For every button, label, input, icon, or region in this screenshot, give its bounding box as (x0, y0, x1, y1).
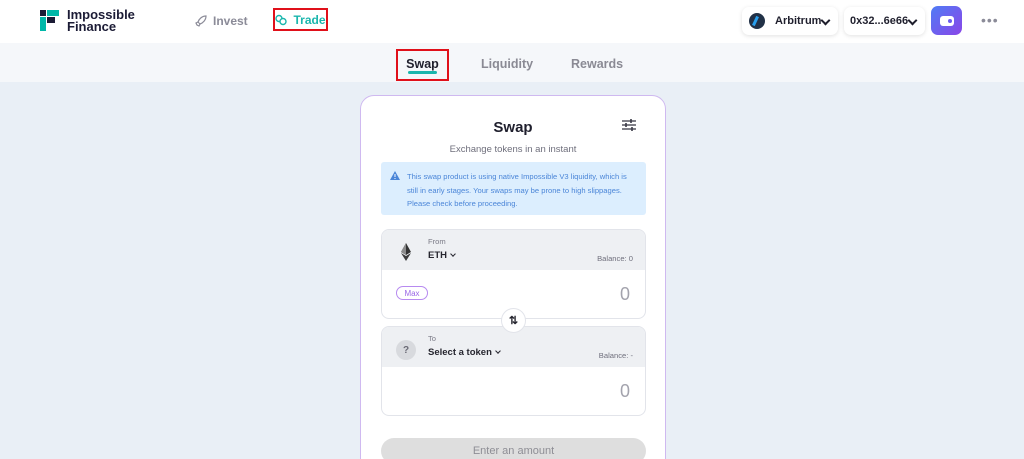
max-button[interactable]: Max (396, 286, 428, 300)
liquidity-notice: This swap product is using native Imposs… (381, 162, 646, 215)
wallet-icon (939, 15, 954, 26)
nav-trade-label: Trade (293, 12, 326, 27)
notice-text: This swap product is using native Imposs… (407, 172, 627, 208)
rocket-icon (195, 15, 207, 27)
network-label: Arbitrum (775, 15, 822, 27)
nav-invest[interactable]: Invest (195, 10, 248, 32)
tab-swap[interactable]: Swap (396, 49, 449, 81)
from-label: From (428, 237, 446, 246)
to-amount-input[interactable]: 0 (620, 381, 630, 402)
enter-amount-button[interactable]: Enter an amount (381, 438, 646, 459)
account-address: 0x32...6e66 (850, 15, 909, 27)
from-balance: Balance: 0 (597, 254, 633, 263)
to-panel-header: ? To Select a token Balance: - (382, 327, 645, 367)
from-token-select[interactable]: ETH (428, 250, 456, 261)
chevron-down-icon (450, 251, 456, 257)
swap-card-subtitle: Exchange tokens in an instant (449, 144, 577, 155)
trade-tabs: Swap Liquidity Rewards (0, 43, 1024, 82)
active-tab-indicator (408, 71, 437, 74)
top-bar: Impossible Finance Invest Trade Arbitrum… (0, 0, 1024, 43)
swap-card: Swap Exchange tokens in an instant This … (360, 95, 666, 459)
from-panel-header: From ETH Balance: 0 (382, 230, 645, 270)
wallet-button[interactable] (931, 6, 962, 35)
settings-sliders-icon[interactable] (622, 119, 636, 131)
from-token-panel: From ETH Balance: 0 Max 0 (381, 229, 646, 319)
swap-card-title: Swap (493, 119, 533, 136)
to-token-panel: ? To Select a token Balance: - 0 (381, 326, 646, 416)
more-menu-button[interactable]: ••• (981, 12, 999, 28)
tab-liquidity[interactable]: Liquidity (481, 57, 533, 71)
chevron-down-icon (820, 15, 831, 26)
network-selector[interactable]: Arbitrum (742, 7, 838, 35)
chevron-down-icon (907, 15, 918, 26)
arbitrum-icon (749, 13, 765, 29)
brand-name: Impossible Finance (67, 8, 135, 34)
to-token-select[interactable]: Select a token (428, 347, 501, 358)
to-token-label: Select a token (428, 347, 492, 358)
chevron-down-icon (495, 348, 501, 354)
nav-trade[interactable]: Trade (273, 8, 328, 31)
logo-mark-icon (40, 10, 60, 32)
unknown-token-icon: ? (396, 340, 416, 360)
to-label: To (428, 334, 437, 343)
coins-icon (275, 14, 288, 25)
nav-invest-label: Invest (213, 14, 248, 28)
account-button[interactable]: 0x32...6e66 (844, 7, 925, 35)
brand-name-line2: Finance (67, 19, 117, 34)
warning-icon (390, 171, 400, 180)
swap-direction-button[interactable]: ⇅ (501, 308, 526, 333)
brand-logo[interactable]: Impossible Finance (40, 8, 135, 34)
from-amount-input[interactable]: 0 (620, 284, 630, 305)
tab-rewards[interactable]: Rewards (571, 57, 623, 71)
ethereum-icon (401, 243, 411, 261)
from-token-symbol: ETH (428, 250, 447, 261)
tab-swap-label: Swap (406, 57, 439, 71)
to-balance: Balance: - (598, 351, 633, 360)
